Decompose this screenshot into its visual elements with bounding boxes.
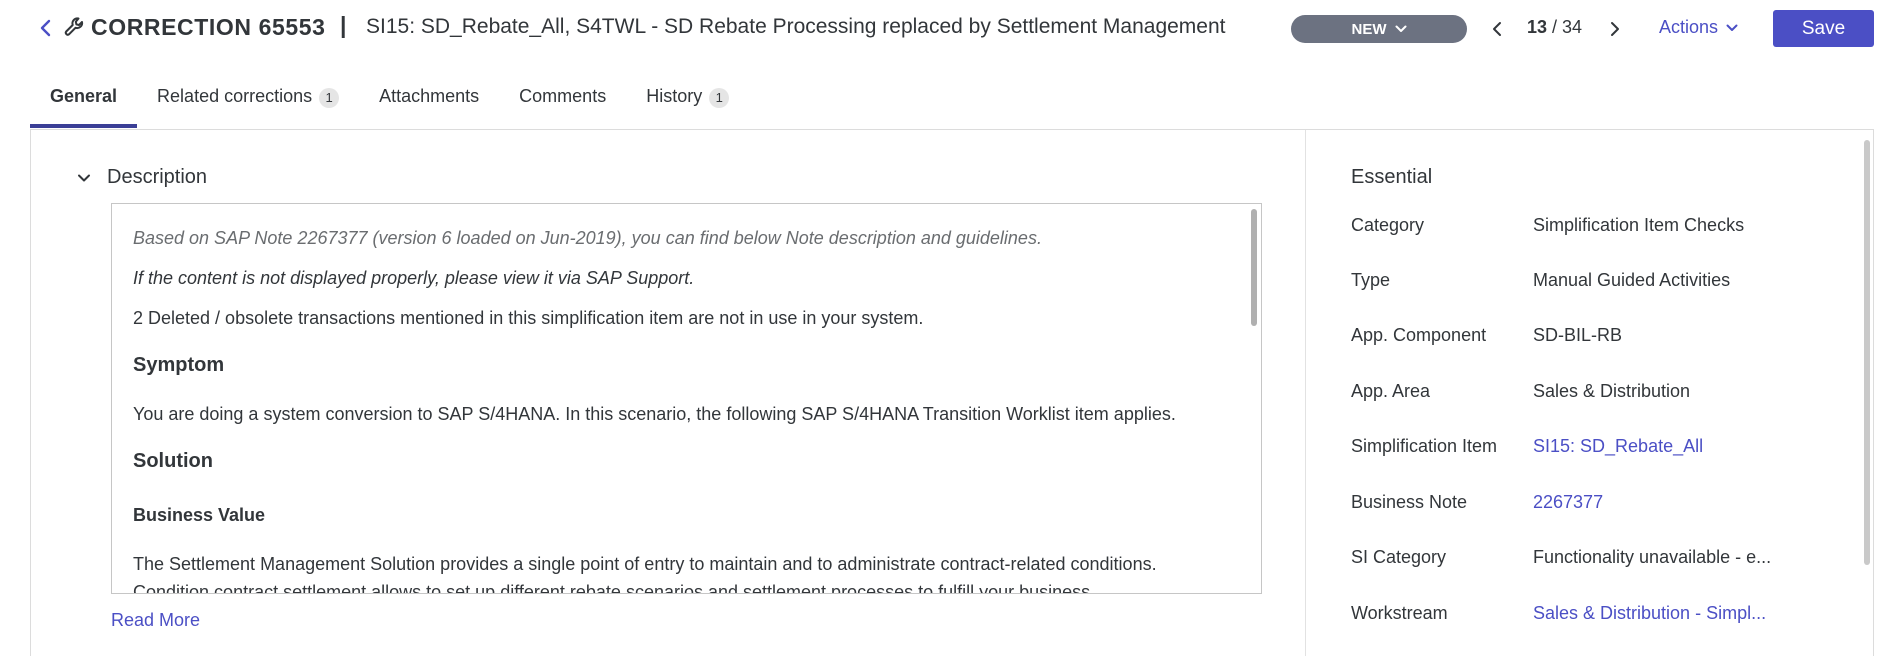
property-simplification-item: Simplification Item SI15: SD_Rebate_All	[1351, 436, 1811, 466]
object-id: CORRECTION 65553	[91, 14, 326, 40]
symptom-text: You are doing a system conversion to SAP…	[133, 404, 1176, 424]
actions-menu-button[interactable]: Actions	[1659, 17, 1738, 38]
property-label: Category	[1351, 215, 1425, 235]
tab-bar: General Related corrections 1 Attachment…	[30, 78, 749, 128]
essential-scrollbar[interactable]	[1864, 140, 1870, 565]
tab-related-corrections[interactable]: Related corrections 1	[137, 78, 359, 128]
pager-total: / 34	[1552, 17, 1583, 37]
property-value: Simplification Item Checks	[1533, 215, 1745, 235]
page-title: SI15: SD_Rebate_All, S4TWL - SD Rebate P…	[366, 15, 1226, 38]
property-label: Simplification Item	[1351, 436, 1498, 456]
tab-count-badge: 1	[709, 88, 730, 108]
simplification-item-link[interactable]: SI15: SD_Rebate_All	[1533, 436, 1703, 457]
tab-general[interactable]: General	[30, 78, 138, 128]
essential-title: Essential	[1351, 166, 1433, 188]
property-value: SD-BIL-RB	[1533, 325, 1623, 345]
next-item-button[interactable]	[1606, 17, 1624, 41]
tab-comments[interactable]: Comments	[499, 78, 626, 128]
property-label: App. Component	[1351, 325, 1487, 345]
tab-history[interactable]: History 1	[626, 78, 749, 128]
property-label: Business Note	[1351, 492, 1468, 512]
property-business-note: Business Note 2267377	[1351, 492, 1811, 522]
wrench-icon	[63, 15, 85, 39]
deleted-transactions-text: 2 Deleted / obsolete transactions mentio…	[133, 308, 924, 328]
previous-item-button[interactable]	[1488, 17, 1506, 41]
pager-position: 13 / 34	[1527, 17, 1582, 38]
business-value-text-continued: Condition contract settlement allows to …	[133, 582, 1091, 594]
property-label: SI Category	[1351, 547, 1447, 567]
tab-label: Comments	[519, 86, 607, 106]
essential-section: Essential Category Simplification Item C…	[1306, 130, 1874, 656]
property-label: Workstream	[1351, 603, 1448, 623]
chevron-down-icon	[78, 174, 90, 181]
status-label: NEW	[1351, 20, 1387, 38]
display-note: If the content is not displayed properly…	[133, 268, 695, 288]
symptom-heading: Symptom	[133, 354, 225, 376]
property-category: Category Simplification Item Checks	[1351, 215, 1811, 245]
business-value-heading: Business Value	[133, 505, 266, 525]
chevron-down-icon	[1726, 24, 1738, 31]
business-value-text: The Settlement Management Solution provi…	[133, 554, 1157, 574]
description-scrollbar[interactable]	[1251, 209, 1257, 326]
tab-label: Attachments	[379, 86, 480, 106]
save-button[interactable]: Save	[1773, 10, 1874, 47]
read-more-link[interactable]: Read More	[111, 610, 200, 631]
property-si-category: SI Category Functionality unavailable - …	[1351, 547, 1811, 577]
chevron-right-icon	[1611, 22, 1619, 36]
details-panel: Description Based on SAP Note 2267377 (v…	[30, 129, 1874, 656]
description-section: Description Based on SAP Note 2267377 (v…	[31, 130, 1305, 656]
tab-label: History	[646, 86, 703, 106]
property-label: App. Area	[1351, 381, 1431, 401]
property-label: Type	[1351, 270, 1391, 290]
chevron-down-icon	[1395, 25, 1406, 32]
back-button[interactable]	[38, 16, 54, 40]
section-title: Description	[107, 166, 208, 188]
pager-current: 13	[1527, 17, 1548, 37]
status-dropdown[interactable]: NEW	[1291, 15, 1467, 43]
property-app-area: App. Area Sales & Distribution	[1351, 381, 1811, 411]
intro-note: Based on SAP Note 2267377 (version 6 loa…	[133, 228, 1042, 248]
chevron-left-icon	[1493, 22, 1501, 36]
solution-heading: Solution	[133, 450, 213, 472]
description-content[interactable]: Based on SAP Note 2267377 (version 6 loa…	[111, 203, 1262, 594]
property-workstream: Workstream Sales & Distribution - Simpl.…	[1351, 603, 1811, 633]
description-toggle[interactable]: Description	[75, 166, 207, 189]
tab-count-badge: 1	[319, 88, 340, 108]
workstream-link[interactable]: Sales & Distribution - Simpl...	[1533, 603, 1766, 624]
property-value: Functionality unavailable - e...	[1533, 547, 1772, 567]
tab-label: General	[50, 86, 118, 106]
property-value: Manual Guided Activities	[1533, 270, 1731, 290]
actions-label: Actions	[1659, 17, 1719, 37]
tab-label: Related corrections	[157, 86, 313, 106]
tab-attachments[interactable]: Attachments	[359, 78, 499, 128]
business-note-link[interactable]: 2267377	[1533, 492, 1603, 513]
property-value: Sales & Distribution	[1533, 381, 1691, 401]
title-separator: |	[340, 12, 347, 38]
property-app-component: App. Component SD-BIL-RB	[1351, 325, 1811, 355]
object-header: CORRECTION 65553 | SI15: SD_Rebate_All, …	[0, 0, 1888, 58]
property-type: Type Manual Guided Activities	[1351, 270, 1811, 300]
chevron-left-icon	[40, 19, 51, 37]
